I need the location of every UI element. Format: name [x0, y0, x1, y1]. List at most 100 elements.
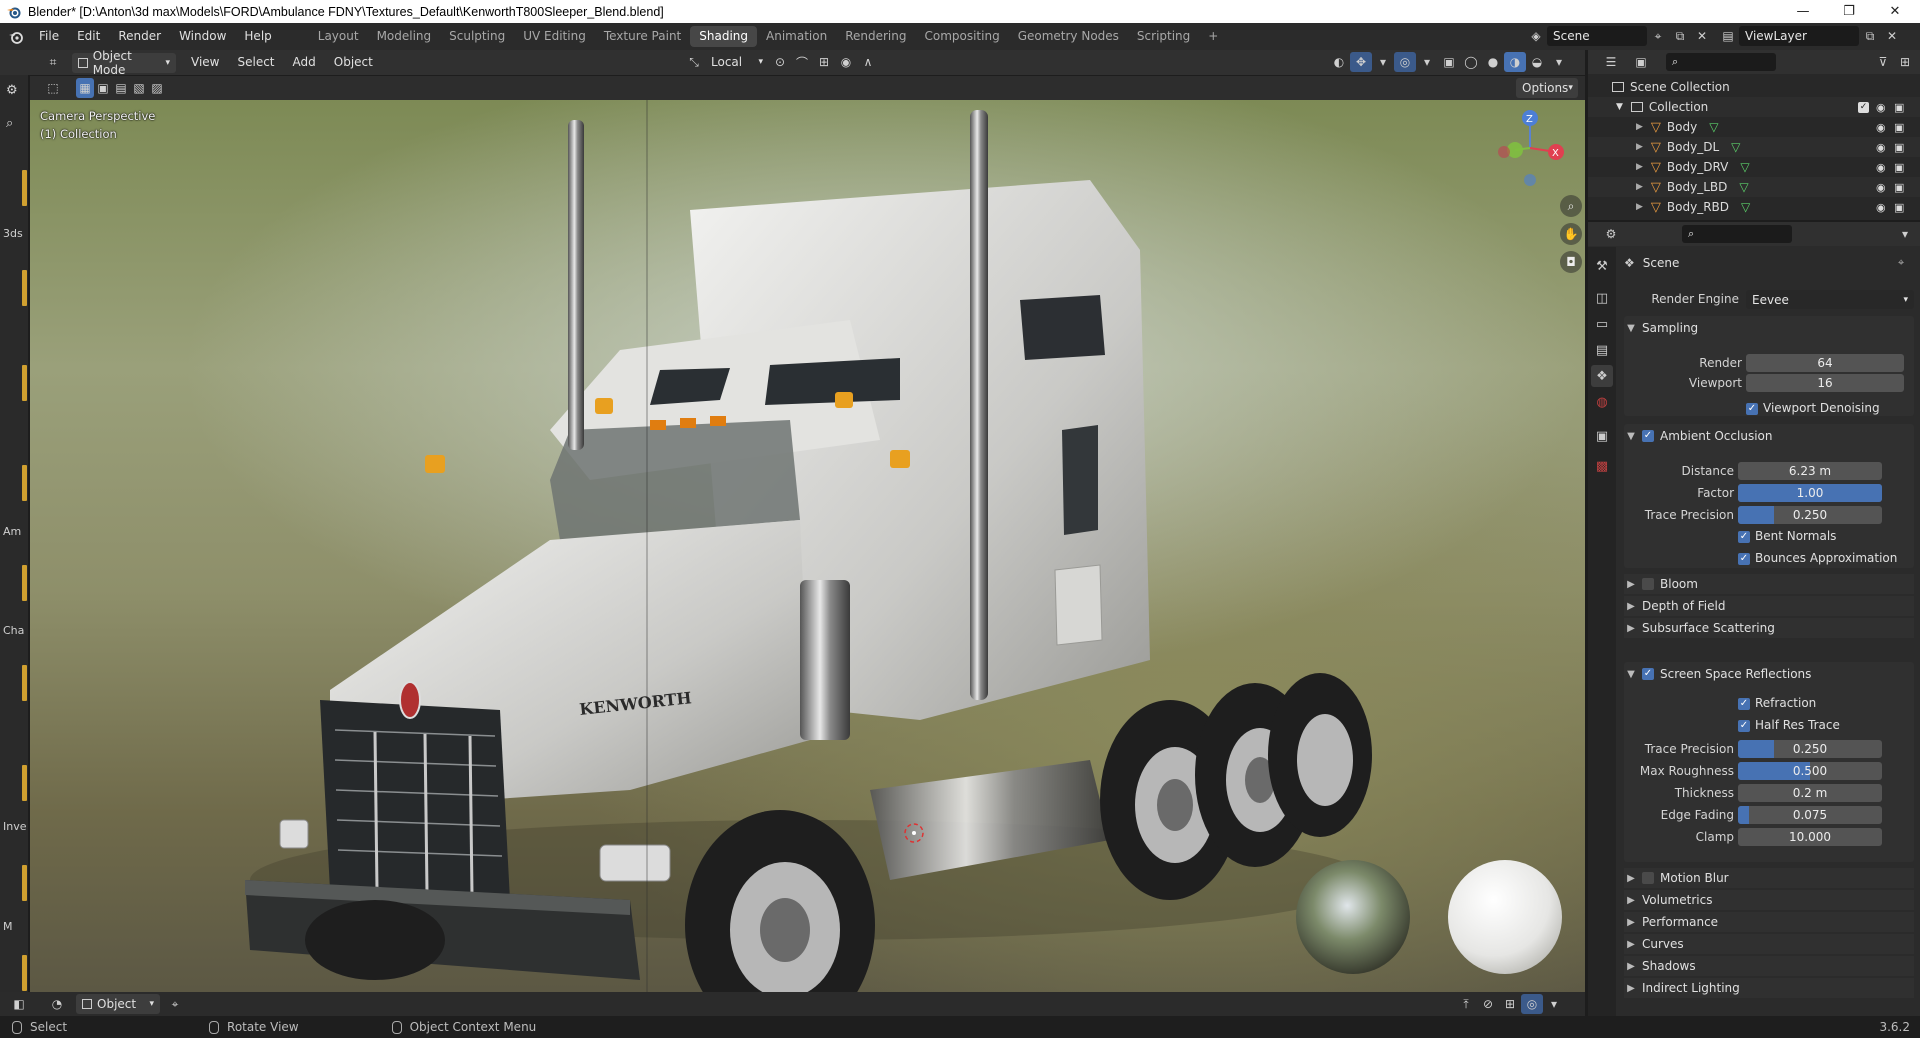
mesh-data-icon[interactable]: ▽	[1740, 160, 1749, 174]
eye-icon[interactable]: ◉	[1876, 201, 1886, 214]
tool-icon[interactable]: ⚙	[6, 83, 18, 98]
addon-tab-marker[interactable]	[22, 270, 27, 306]
snap-footer-icon[interactable]: ⊘	[1477, 994, 1499, 1014]
scene-icon[interactable]: ◈	[1525, 26, 1547, 46]
filter-icon[interactable]: ⊽	[1872, 52, 1894, 72]
addon-tab-label[interactable]: M	[3, 920, 27, 933]
ao-trace-precision-slider[interactable]: 0.250	[1738, 506, 1882, 524]
render-camera-icon[interactable]: ▣	[1894, 161, 1904, 174]
snap-grid-icon[interactable]: ⊞	[813, 52, 835, 72]
proportional-edit-icon[interactable]: ◉	[835, 52, 857, 72]
maximize-button[interactable]: ❐	[1826, 0, 1872, 23]
addon-tab-marker[interactable]	[22, 365, 27, 401]
addon-tab-marker[interactable]	[22, 465, 27, 501]
ssr-trace-precision-slider[interactable]: 0.250	[1738, 740, 1882, 758]
display-mode-icon[interactable]: ▣	[1630, 52, 1652, 72]
tab-uv-editing[interactable]: UV Editing	[514, 26, 595, 47]
outliner-editor-icon[interactable]: ☰	[1600, 52, 1622, 72]
max-roughness-slider[interactable]: 0.500	[1738, 762, 1882, 780]
pin-scene-icon[interactable]: ⌖	[1647, 26, 1669, 46]
tab-animation[interactable]: Animation	[757, 26, 836, 47]
overlay-footer-icon[interactable]: ◎	[1521, 994, 1543, 1014]
menu-file[interactable]: File	[30, 26, 68, 47]
ssr-enable-checkbox[interactable]: ✓	[1642, 668, 1654, 680]
mode-selector[interactable]: Object Mode ▾	[72, 49, 176, 77]
viewport-menu-add[interactable]: Add	[284, 52, 325, 73]
clamp-field[interactable]: 10.000	[1738, 828, 1882, 846]
render-camera-icon[interactable]: ▣	[1894, 101, 1904, 114]
eye-icon[interactable]: ◉	[1876, 181, 1886, 194]
overlay-dropdown-icon[interactable]: ▾	[1416, 52, 1438, 72]
view-layer-tab-icon[interactable]: ▤	[1591, 339, 1613, 361]
chevron-right-icon[interactable]: ▶	[1636, 122, 1643, 132]
render-camera-icon[interactable]: ▣	[1894, 121, 1904, 134]
pan-hand-icon[interactable]: ✋	[1560, 223, 1582, 245]
outliner-search-input[interactable]: ⌕	[1666, 53, 1776, 71]
panel-shadows[interactable]: ▶ Shadows	[1624, 956, 1914, 976]
solid-shading-icon[interactable]: ●	[1482, 52, 1504, 72]
outliner-object-row[interactable]: ▶ ▽ Body ▽ ◉ ▣	[1588, 117, 1920, 137]
orientation-icon[interactable]: ⤡	[683, 52, 705, 72]
material-shading-icon[interactable]: ◑	[1504, 52, 1526, 72]
addon-tab-marker[interactable]	[22, 865, 27, 901]
collection-tab-icon[interactable]: ▣	[1591, 425, 1613, 447]
overlay-toggle-icon[interactable]: ◎	[1394, 52, 1416, 72]
select-subtract-icon[interactable]: ▤	[112, 78, 130, 98]
delete-view-layer-icon[interactable]: ✕	[1881, 26, 1903, 46]
output-tab-icon[interactable]: ▭	[1591, 313, 1613, 335]
footer-mode-selector[interactable]: Object ▾	[76, 994, 160, 1014]
render-tab-icon[interactable]: ◫	[1591, 287, 1613, 309]
outliner-object-row[interactable]: ▶ ▽ Body_LBD ▽ ◉ ▣	[1588, 177, 1920, 197]
rendered-shading-icon[interactable]: ◒	[1526, 52, 1548, 72]
sampling-header[interactable]: ▼ Sampling	[1624, 316, 1914, 340]
camera-view-icon[interactable]: ◘	[1560, 251, 1582, 273]
menu-window[interactable]: Window	[170, 26, 235, 47]
minimize-button[interactable]: —	[1780, 0, 1826, 23]
scene-field[interactable]: Scene	[1547, 26, 1647, 46]
shading-dropdown-icon[interactable]: ▾	[1548, 52, 1570, 72]
render-camera-icon[interactable]: ▣	[1894, 181, 1904, 194]
properties-editor-icon[interactable]: ⚙	[1600, 224, 1622, 244]
world-tab-icon[interactable]: ◍	[1591, 391, 1613, 413]
ao-header[interactable]: ▼ ✓ Ambient Occlusion	[1624, 424, 1914, 448]
viewport-samples-field[interactable]: 16	[1746, 374, 1904, 392]
tab-geometry-nodes[interactable]: Geometry Nodes	[1009, 26, 1128, 47]
exclude-checkbox[interactable]: ✓	[1858, 101, 1869, 113]
ao-distance-field[interactable]: 6.23 m	[1738, 462, 1882, 480]
viewport-menu-view[interactable]: View	[182, 52, 228, 73]
outliner-collection[interactable]: ▼ Collection ✓ ◉ ▣	[1588, 97, 1920, 117]
tool-tab-icon[interactable]: ⚒	[1591, 255, 1613, 277]
editor-type-icon[interactable]: ⌗	[42, 53, 64, 73]
scene-tab-icon[interactable]: ❖	[1591, 365, 1613, 387]
select-extend-icon[interactable]: ▣	[94, 78, 112, 98]
half-res-trace-checkbox[interactable]: ✓	[1738, 720, 1750, 732]
chevron-right-icon[interactable]: ▶	[1636, 202, 1643, 212]
addon-tab-marker[interactable]	[22, 565, 27, 601]
menu-help[interactable]: Help	[235, 26, 280, 47]
xray-icon[interactable]: ▣	[1438, 52, 1460, 72]
chevron-right-icon[interactable]: ▶	[1636, 162, 1643, 172]
overlay-footer-dropdown-icon[interactable]: ▾	[1543, 994, 1565, 1014]
thickness-field[interactable]: 0.2 m	[1738, 784, 1882, 802]
viewport-menu-object[interactable]: Object	[325, 52, 382, 73]
eye-icon[interactable]: ◉	[1876, 161, 1886, 174]
render-engine-dropdown[interactable]: Eevee ▾	[1746, 290, 1914, 309]
mesh-data-icon[interactable]: ▽	[1739, 180, 1748, 194]
mesh-data-icon[interactable]: ▽	[1709, 120, 1718, 134]
outliner-object-row[interactable]: ▶ ▽ Body_RBD ▽ ◉ ▣	[1588, 197, 1920, 217]
select-intersect-icon[interactable]: ▨	[148, 78, 166, 98]
close-button[interactable]: ✕	[1872, 0, 1918, 23]
pin-icon[interactable]: ⌖	[1898, 256, 1904, 270]
snap-mode-icon[interactable]: ⊞	[1499, 994, 1521, 1014]
snap-icon[interactable]: ⌒	[791, 52, 813, 72]
3d-viewport[interactable]: KENWORTH Camera Perspective (1) Collecti…	[30, 100, 1585, 992]
properties-search-input[interactable]: ⌕	[1682, 225, 1792, 243]
search-icon[interactable]: ⌕	[6, 116, 13, 131]
tab-texture-paint[interactable]: Texture Paint	[595, 26, 690, 47]
select-new-icon[interactable]: ▦	[76, 78, 94, 98]
panel-subsurface-scattering[interactable]: ▶ Subsurface Scattering	[1624, 618, 1914, 638]
addon-tab-label[interactable]: Cha	[3, 624, 27, 637]
tab-layout[interactable]: Layout	[309, 26, 368, 47]
eye-icon[interactable]: ◉	[1876, 101, 1886, 114]
tab-compositing[interactable]: Compositing	[915, 26, 1008, 47]
